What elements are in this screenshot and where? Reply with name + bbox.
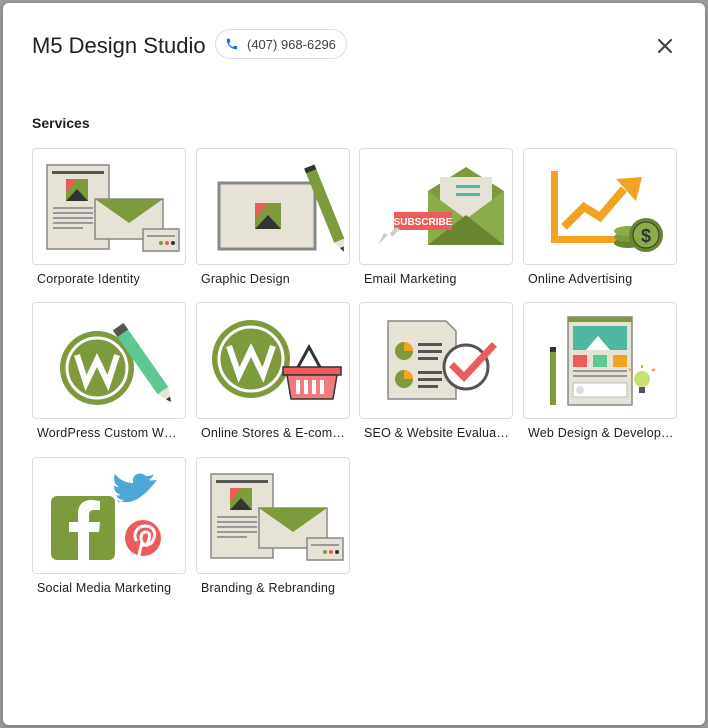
- service-card-wordpress[interactable]: WordPress Custom W…: [32, 302, 186, 440]
- business-dialog: M5 Design Studio (407) 968-6296 Services: [3, 3, 705, 725]
- phone-number: (407) 968-6296: [247, 36, 336, 52]
- service-thumbnail: [196, 457, 350, 574]
- service-label: SEO & Website Evaluat…: [364, 426, 510, 440]
- growth-chart-icon: $: [551, 171, 663, 252]
- service-label: Online Stores & E-com…: [201, 426, 346, 440]
- service-card-corporate-identity[interactable]: Corporate Identity: [32, 148, 186, 286]
- webpage-icon: [550, 316, 656, 406]
- service-label: Graphic Design: [201, 272, 290, 286]
- service-label: Web Design & Develop…: [528, 426, 674, 440]
- wordpress-pencil-icon: [60, 322, 171, 405]
- envelope-subscribe-icon: SUBSCRIBE: [378, 167, 504, 245]
- canvas-pencil-icon: [217, 164, 345, 252]
- service-card-social-media[interactable]: Social Media Marketing: [32, 457, 186, 595]
- service-thumbnail: [32, 457, 186, 574]
- service-thumbnail: [359, 302, 513, 419]
- service-thumbnail: [523, 302, 677, 419]
- phone-chip[interactable]: (407) 968-6296: [215, 29, 347, 59]
- checklist-icon: [387, 320, 497, 400]
- services-heading: Services: [32, 115, 90, 131]
- service-label: Online Advertising: [528, 272, 633, 286]
- service-card-email-marketing[interactable]: SUBSCRIBE Email Marketing: [359, 148, 513, 286]
- service-thumbnail: SUBSCRIBE: [359, 148, 513, 265]
- service-thumbnail: [32, 148, 186, 265]
- service-label: Branding & Rebranding: [201, 581, 336, 595]
- service-label: WordPress Custom W…: [37, 426, 177, 440]
- service-label: Corporate Identity: [37, 272, 140, 286]
- service-thumbnail: [196, 148, 350, 265]
- service-thumbnail: [32, 302, 186, 419]
- service-card-branding[interactable]: Branding & Rebranding: [196, 457, 350, 595]
- service-card-graphic-design[interactable]: Graphic Design: [196, 148, 350, 286]
- stationery-icon: [210, 473, 344, 561]
- subscribe-text: SUBSCRIBE: [394, 217, 453, 228]
- close-button[interactable]: [651, 32, 679, 60]
- social-media-icon: [51, 473, 161, 560]
- service-card-online-advertising[interactable]: $ Online Advertising: [523, 148, 677, 286]
- service-label: Email Marketing: [364, 272, 457, 286]
- dollar-text: $: [641, 226, 651, 246]
- service-card-web-design[interactable]: Web Design & Develop…: [523, 302, 677, 440]
- stationery-icon: [46, 164, 180, 252]
- wordpress-basket-icon: [212, 320, 342, 400]
- service-card-online-stores[interactable]: Online Stores & E-com…: [196, 302, 350, 440]
- service-card-seo[interactable]: SEO & Website Evaluat…: [359, 302, 513, 440]
- service-thumbnail: [196, 302, 350, 419]
- business-title: M5 Design Studio: [32, 33, 206, 58]
- service-label: Social Media Marketing: [37, 581, 172, 595]
- close-icon: [658, 39, 672, 53]
- phone-icon: [226, 38, 238, 50]
- service-thumbnail: $: [523, 148, 677, 265]
